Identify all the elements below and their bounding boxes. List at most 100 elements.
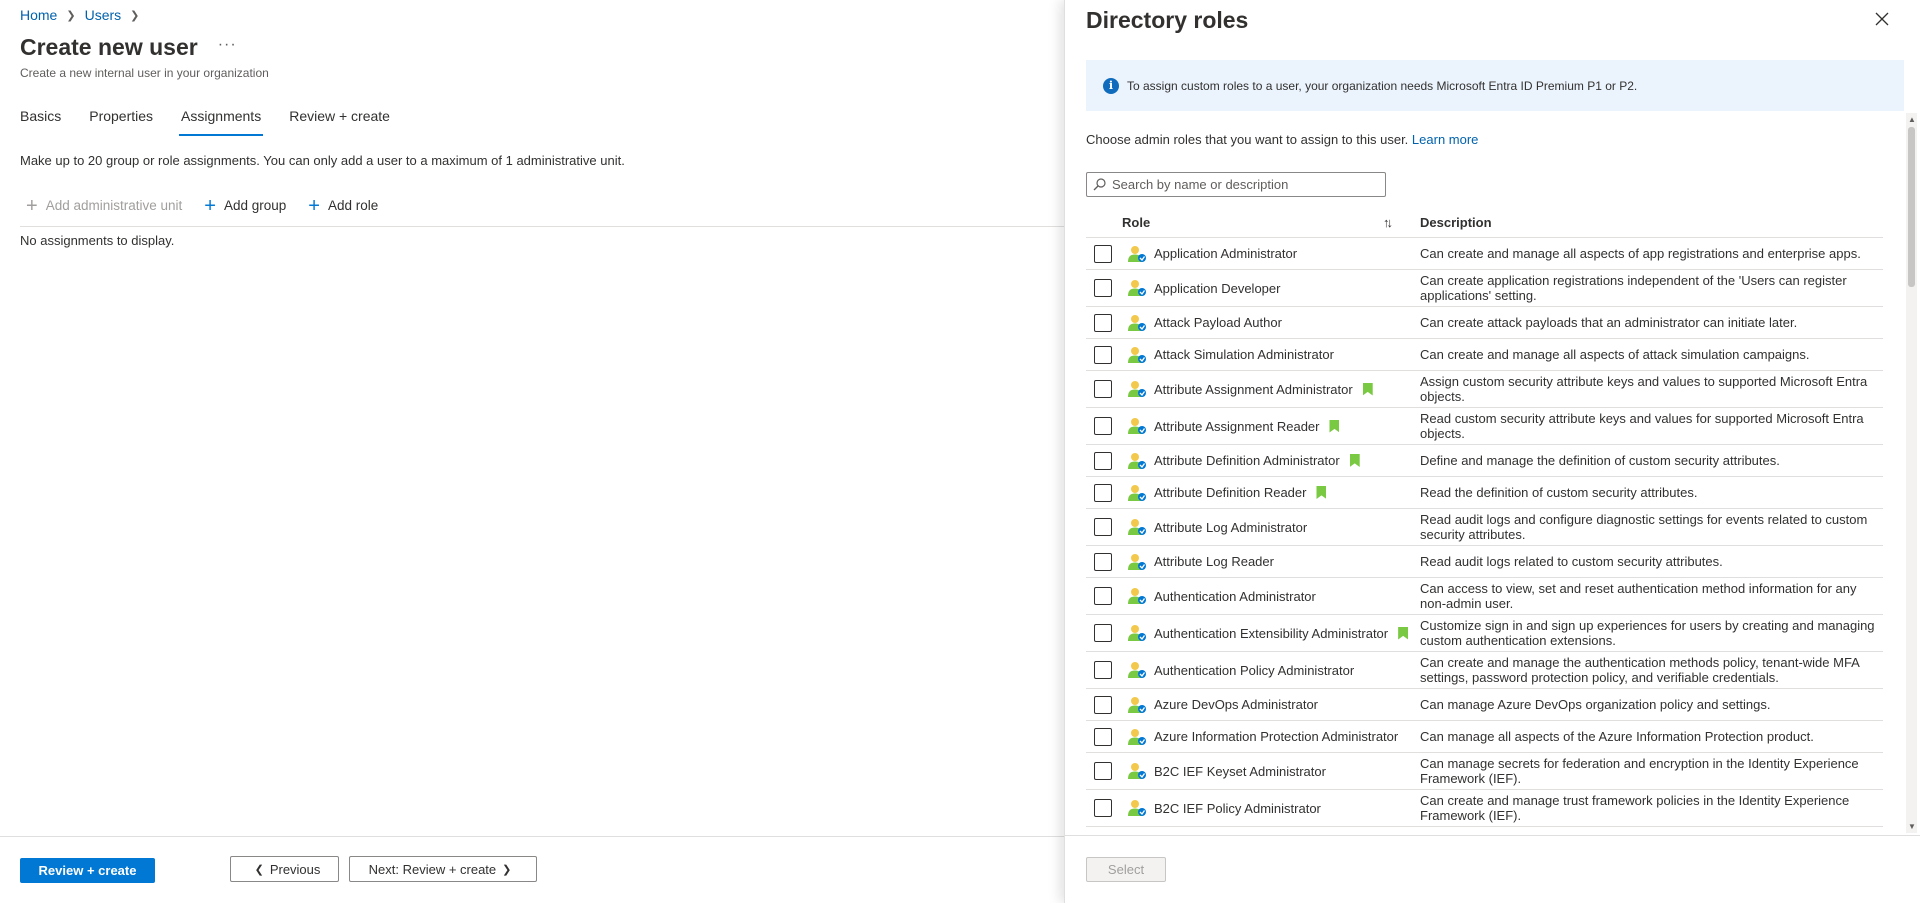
- table-row[interactable]: Attribute Assignment Reader Read custom s…: [1086, 408, 1883, 445]
- page-title: Create new user ···: [20, 34, 237, 61]
- role-name: Attribute Assignment Reader: [1154, 418, 1320, 434]
- close-icon[interactable]: [1874, 11, 1894, 31]
- role-checkbox[interactable]: [1094, 518, 1112, 536]
- previous-button[interactable]: ❮ Previous: [230, 856, 339, 882]
- role-name: Azure Information Protection Administrat…: [1154, 729, 1399, 744]
- tab-basics[interactable]: Basics: [20, 108, 61, 136]
- table-row[interactable]: Azure Information Protection Administrat…: [1086, 721, 1883, 753]
- table-row[interactable]: Authentication Policy Administrator Can c…: [1086, 652, 1883, 689]
- learn-more-link[interactable]: Learn more: [1412, 132, 1478, 147]
- admin-role-icon: [1127, 379, 1147, 399]
- admin-role-icon: [1127, 451, 1147, 471]
- table-row[interactable]: Attribute Log Administrator Read audit lo…: [1086, 509, 1883, 546]
- review-create-button[interactable]: Review + create: [20, 858, 155, 883]
- table-row[interactable]: Azure DevOps Administrator Can manage Azu…: [1086, 689, 1883, 721]
- role-checkbox[interactable]: [1094, 451, 1112, 470]
- plus-icon: +: [204, 194, 216, 217]
- role-name-cell: Attribute Definition Administrator: [1154, 453, 1360, 468]
- bookmark-icon: [1316, 486, 1327, 499]
- role-checkbox[interactable]: [1094, 483, 1112, 502]
- bookmark-icon: [1398, 626, 1409, 640]
- chevron-right-icon: ❯: [502, 863, 512, 876]
- role-checkbox[interactable]: [1094, 727, 1112, 746]
- role-checkbox[interactable]: [1094, 552, 1112, 571]
- search-input[interactable]: [1112, 177, 1372, 192]
- next-button[interactable]: Next: Review + create ❯: [349, 856, 537, 882]
- role-description: Can manage all aspects of the Azure Info…: [1420, 728, 1814, 744]
- role-description: Read custom security attribute keys and …: [1420, 410, 1864, 442]
- role-name: Attribute Assignment Administrator: [1154, 381, 1353, 397]
- table-row[interactable]: Attack Payload Author Can create attack p…: [1086, 307, 1883, 339]
- scroll-down-icon[interactable]: ▼: [1908, 822, 1916, 831]
- role-description: Can manage secrets for federation and en…: [1420, 755, 1859, 787]
- chevron-left-icon: ❮: [254, 863, 264, 876]
- column-header-role[interactable]: Role: [1122, 215, 1382, 230]
- role-name: Application Developer: [1154, 280, 1281, 296]
- role-description: Read audit logs and configure diagnostic…: [1420, 511, 1868, 543]
- scrollbar-thumb[interactable]: [1908, 127, 1915, 287]
- role-name: Attribute Definition Administrator: [1154, 453, 1340, 468]
- role-name: Attack Simulation Administrator: [1154, 347, 1334, 362]
- role-checkbox[interactable]: [1094, 661, 1112, 679]
- table-row[interactable]: B2C IEF Keyset Administrator Can manage s…: [1086, 753, 1883, 790]
- add-role-label: Add role: [327, 198, 379, 213]
- breadcrumb-home[interactable]: Home: [20, 7, 57, 23]
- choose-roles-label: Choose admin roles that you want to assi…: [1086, 132, 1409, 147]
- role-checkbox[interactable]: [1094, 587, 1112, 605]
- role-checkbox[interactable]: [1094, 279, 1112, 297]
- vertical-scrollbar[interactable]: ▲ ▼: [1906, 113, 1917, 833]
- table-row[interactable]: Attribute Assignment Administrator Assign…: [1086, 371, 1883, 408]
- choose-roles-text: Choose admin roles that you want to assi…: [1086, 132, 1478, 147]
- tab-properties[interactable]: Properties: [89, 108, 153, 136]
- table-row[interactable]: Attribute Definition Reader Read the defi…: [1086, 477, 1883, 509]
- sort-icon[interactable]: ↑↓: [1383, 215, 1393, 230]
- scroll-up-icon[interactable]: ▲: [1908, 115, 1916, 124]
- breadcrumb-users[interactable]: Users: [85, 7, 122, 23]
- role-name: Authentication Policy Administrator: [1154, 662, 1355, 678]
- table-row[interactable]: Authentication Administrator Can access t…: [1086, 578, 1883, 615]
- more-options-icon[interactable]: ···: [218, 36, 237, 54]
- chevron-right-icon: ❯: [130, 9, 140, 22]
- table-row[interactable]: Attack Simulation Administrator Can creat…: [1086, 339, 1883, 371]
- info-banner: i To assign custom roles to a user, your…: [1086, 60, 1904, 111]
- role-name-cell: Attack Simulation Administrator: [1154, 347, 1334, 362]
- role-description: Can create attack payloads that an admin…: [1420, 314, 1798, 330]
- table-row[interactable]: Authentication Extensibility Administrat…: [1086, 615, 1883, 652]
- select-button[interactable]: Select: [1086, 857, 1166, 882]
- role-checkbox[interactable]: [1094, 695, 1112, 714]
- admin-role-icon: [1127, 586, 1147, 606]
- table-row[interactable]: Application Administrator Can create and …: [1086, 238, 1883, 270]
- role-checkbox[interactable]: [1094, 799, 1112, 817]
- role-name-cell: Authentication Administrator: [1154, 589, 1316, 604]
- role-description: Can manage Azure DevOps organization pol…: [1420, 696, 1771, 712]
- add-group-button[interactable]: + Add group: [198, 194, 286, 217]
- role-name-cell: Authentication Extensibility Administrat…: [1154, 626, 1409, 641]
- role-checkbox[interactable]: [1094, 762, 1112, 780]
- tab-strip: Basics Properties Assignments Review + c…: [20, 108, 418, 136]
- role-name-cell: Application Administrator: [1154, 246, 1297, 261]
- role-rows: Application Administrator Can create and …: [1086, 238, 1883, 827]
- tab-assignments[interactable]: Assignments: [179, 108, 264, 136]
- divider: [1065, 835, 1920, 836]
- search-box[interactable]: [1086, 172, 1386, 197]
- role-checkbox[interactable]: [1094, 624, 1112, 642]
- table-row[interactable]: Application Developer Can create applicat…: [1086, 270, 1883, 307]
- role-description: Assign custom security attribute keys an…: [1420, 373, 1868, 405]
- add-administrative-unit-button[interactable]: + Add administrative unit: [20, 196, 182, 216]
- add-role-button[interactable]: + Add role: [302, 196, 379, 216]
- assignments-info: Make up to 20 group or role assignments.…: [20, 153, 625, 168]
- admin-role-icon: [1127, 761, 1147, 781]
- table-row[interactable]: B2C IEF Policy Administrator Can create a…: [1086, 790, 1883, 827]
- admin-role-icon: [1127, 660, 1147, 680]
- role-checkbox[interactable]: [1094, 417, 1112, 435]
- role-checkbox[interactable]: [1094, 313, 1112, 332]
- role-checkbox[interactable]: [1094, 380, 1112, 398]
- role-checkbox[interactable]: [1094, 244, 1112, 263]
- role-description: Can create and manage all aspects of att…: [1420, 346, 1810, 362]
- role-checkbox[interactable]: [1094, 345, 1112, 364]
- table-row[interactable]: Attribute Definition Administrator Define…: [1086, 445, 1883, 477]
- role-name: B2C IEF Keyset Administrator: [1154, 763, 1326, 779]
- table-row[interactable]: Attribute Log Reader Read audit logs rela…: [1086, 546, 1883, 578]
- tab-review-create[interactable]: Review + create: [289, 108, 390, 136]
- role-name: Attribute Log Reader: [1154, 554, 1274, 569]
